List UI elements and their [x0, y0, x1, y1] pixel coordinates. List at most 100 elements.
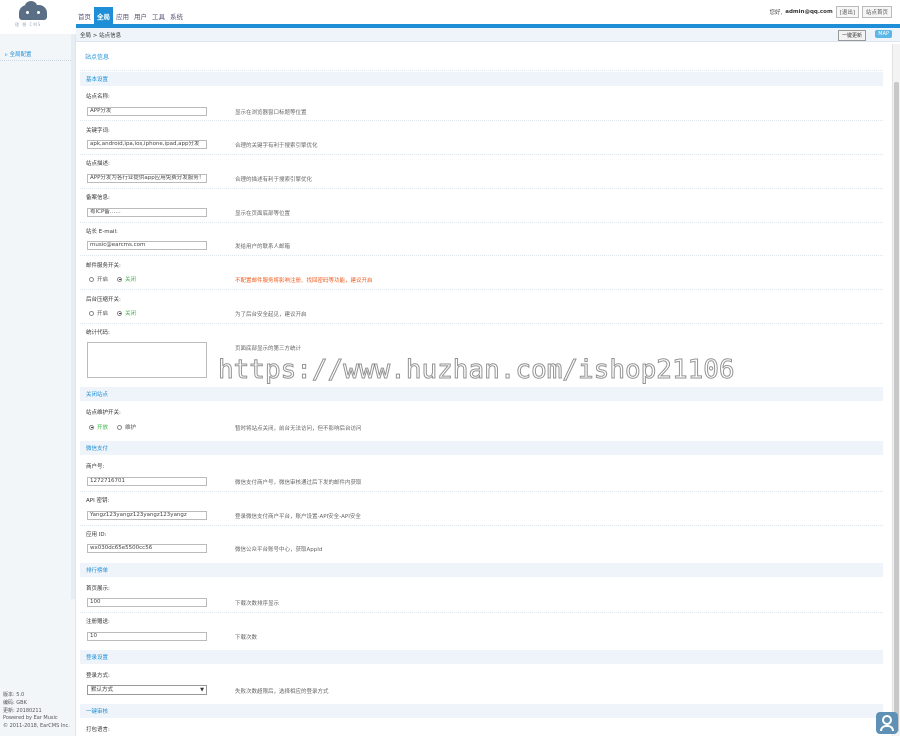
radio-label: 维护: [125, 425, 137, 431]
map-button[interactable]: MAP: [875, 30, 892, 38]
page-title: 站点信息: [85, 54, 110, 61]
gzip-off-radio[interactable]: [117, 310, 123, 316]
site-home-button[interactable]: 站点首页: [861, 6, 892, 18]
login-mode-select[interactable]: 默认方式 ▼: [87, 685, 207, 695]
nav-users[interactable]: 用户: [132, 11, 149, 24]
section-title: 基本设置: [86, 77, 109, 83]
copyright-input[interactable]: 粤ICP备……: [87, 208, 207, 217]
top-navigation: 首页 全局 应用 用户 工具 系统: [76, 0, 186, 24]
mchid-input[interactable]: 1272716701: [87, 477, 207, 486]
section-auth: 登录设置: [80, 650, 883, 664]
logo-cloud-icon: [19, 1, 47, 20]
divider: [80, 255, 883, 256]
copyright-label: 备案信息:: [86, 195, 110, 201]
divider: [80, 612, 883, 613]
sidebar: ▹ 全局配置 版本: 5.0 编码: GBK 更新: 20180211 Powe…: [0, 34, 76, 736]
rank-days-input[interactable]: 100: [87, 598, 207, 607]
stat-code-hint: 页面底部显示的第三方统计: [235, 346, 302, 352]
chevron-down-icon: ▼: [200, 687, 204, 693]
login-mode-hint: 失败次数超限后，选择相应的登录方式: [235, 689, 329, 695]
divider: [80, 154, 883, 155]
keywords-label: 关键字词:: [86, 128, 110, 134]
close-open-radio[interactable]: [89, 424, 94, 430]
encoding-text: 编码: GBK: [3, 699, 27, 706]
logout-button[interactable]: [退出]: [835, 6, 859, 18]
radio-label: 关闭: [125, 277, 137, 283]
section-title: 关闭站点: [86, 392, 109, 398]
user-email: admin@qq.com: [785, 9, 833, 15]
onekey-label: 打包语言:: [86, 727, 110, 733]
description-hint: 合理的描述有利于搜索引擎优化: [235, 177, 313, 183]
sidebar-scrollbar[interactable]: [71, 34, 75, 599]
section-title: 排行榜单: [86, 568, 109, 574]
scrollbar-thumb[interactable]: [894, 82, 899, 732]
mail-verify-hint: 不配置邮件服务将影响注册、找回密码等功能，建议开启: [235, 278, 373, 284]
close-switch-label: 站点维护开关:: [86, 410, 121, 416]
description-label: 站点描述:: [86, 161, 110, 167]
logo: 理 想 CMS: [0, 0, 76, 34]
radio-label: 开放: [97, 425, 109, 431]
version-text: 版本: 5.0: [3, 692, 25, 698]
gzip-hint: 为了后台安全起见，建议开启: [235, 312, 307, 318]
sidebar-item-global-config[interactable]: ▹ 全局配置: [5, 50, 32, 58]
select-value: 默认方式: [91, 687, 114, 693]
update-button[interactable]: 一键更新: [837, 30, 866, 41]
divider: [80, 120, 883, 121]
nav-apps[interactable]: 应用: [114, 11, 131, 24]
page-scrollbar[interactable]: [892, 44, 900, 736]
mchid-label: 商户号:: [86, 464, 105, 470]
section-title: 登录设置: [86, 655, 109, 661]
rank-num-input[interactable]: 10: [87, 632, 207, 641]
nav-system[interactable]: 系统: [168, 11, 185, 24]
section-basic: 基本设置: [80, 72, 883, 86]
mchid-hint: 微信支付商户号，微信审核通过后下发的邮件内获取: [235, 480, 362, 486]
email-hint: 发给用户的联系人邮箱: [235, 244, 291, 250]
divider: [80, 491, 883, 492]
greeting: 您好,: [769, 10, 783, 16]
api-key-input[interactable]: Yangz123yangz123yangz123yangz: [87, 511, 207, 520]
watermark-text: https://www.huzhan.com/ishop21106: [218, 355, 736, 386]
site-name-hint: 显示在浏览器窗口标题等位置: [235, 110, 307, 116]
radio-label: 开启: [97, 277, 109, 283]
appid-input[interactable]: wx030dc65e5500cc56: [87, 544, 207, 553]
divider: [80, 188, 883, 189]
login-mode-label: 登录方式:: [86, 673, 110, 679]
appid-hint: 微信公众平台账号中心，获取AppId: [235, 547, 323, 553]
rank-days-hint: 下载次数排序显示: [235, 601, 280, 607]
divider: [80, 323, 883, 324]
radio-label: 开启: [97, 311, 109, 317]
divider: [80, 289, 883, 290]
rank-days-label: 首页展示:: [86, 586, 110, 592]
nav-tools[interactable]: 工具: [150, 11, 167, 24]
mail-verify-off-radio[interactable]: [117, 276, 123, 282]
close-maintain-radio[interactable]: [117, 424, 123, 430]
rank-num-label: 注册赠送:: [86, 619, 110, 625]
support-avatar-icon[interactable]: [876, 712, 898, 734]
divider: [80, 525, 883, 526]
breadcrumb: 全局 > 站点信息: [80, 33, 122, 39]
header-user: 您好, admin@qq.com [退出] 站点首页: [770, 6, 892, 18]
update-text: 更新: 20180211: [3, 707, 42, 714]
site-name-input[interactable]: APP分发: [87, 107, 207, 116]
keywords-input[interactable]: apk,android,ipa,ios,iphone,ipad,app分发: [87, 140, 207, 149]
rank-num-hint: 下载次数: [235, 635, 258, 641]
nav-home[interactable]: 首页: [76, 11, 93, 24]
main-content: 站点信息 基本设置 站点名称: APP分发 显示在浏览器窗口标题等位置 关键字词…: [80, 44, 883, 736]
stat-code-label: 统计代码:: [86, 330, 110, 336]
copyright-text: © 2011-2018, EarCMS Inc.: [3, 723, 70, 730]
logo-text: 理 想 CMS: [15, 22, 42, 27]
nav-global[interactable]: 全局: [94, 7, 113, 24]
radio-label: 关闭: [125, 311, 137, 317]
gzip-on-radio[interactable]: [89, 310, 94, 316]
email-input[interactable]: music@earcms.com: [87, 241, 207, 250]
breadcrumb-bar: 全局 > 站点信息 一键更新 MAP: [76, 28, 900, 42]
site-name-label: 站点名称:: [86, 94, 110, 100]
section-onekey: 一键审核: [80, 704, 883, 718]
sidebar-divider: [0, 60, 75, 61]
close-switch-hint: 暂时将站点关闭，前台无法访问，但不影响后台访问: [235, 426, 362, 432]
section-close: 关闭站点: [80, 387, 883, 401]
mail-verify-on-radio[interactable]: [89, 276, 94, 282]
description-input[interactable]: APP分发为各行业提供app应用免费分发服务！: [87, 174, 207, 183]
gzip-label: 后台压缩开关:: [86, 297, 121, 303]
stat-code-textarea[interactable]: [87, 342, 207, 378]
